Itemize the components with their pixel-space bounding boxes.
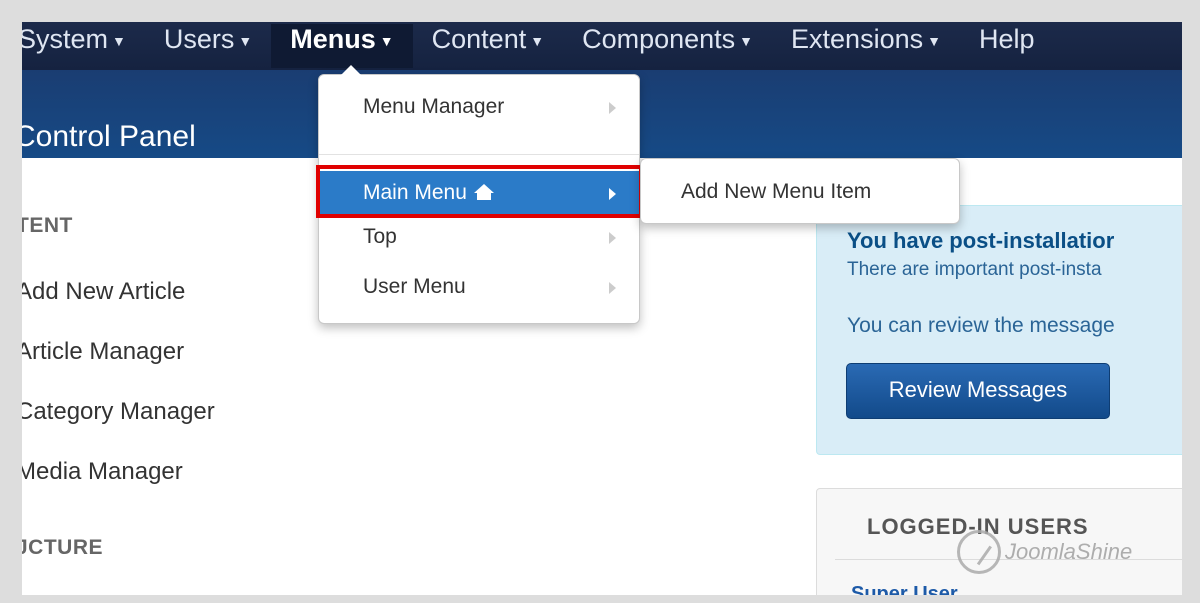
caret-down-icon: ▼	[112, 32, 126, 49]
page-title: Control Panel	[22, 120, 196, 153]
submenu-item-add-new-menu-item[interactable]: Add New Menu Item	[681, 180, 871, 204]
watermark-logo: JoomlaShine	[957, 530, 1132, 574]
sidebar-heading-structure: JCTURE	[22, 536, 104, 559]
nav-content[interactable]: Content ▼	[413, 24, 563, 56]
top-navbar: System ▼ Users ▼ Menus ▼ Content ▼ Component…	[22, 22, 1182, 70]
menu-item-top[interactable]: Top	[319, 215, 639, 261]
menus-dropdown: Menu Manager Main Menu Top User Menu	[318, 65, 640, 324]
sidebar-link-category-manager[interactable]: Category Manager	[22, 398, 215, 426]
sidebar-link-article-manager[interactable]: Article Manager	[22, 338, 184, 366]
sidebar-heading-content: TENT	[22, 214, 73, 237]
menu-item-label: Main Menu	[363, 181, 495, 205]
menu-item-label: Top	[363, 225, 397, 248]
post-install-alert: You have post-installatior There are imp…	[816, 205, 1182, 455]
caret-down-icon: ▼	[379, 32, 394, 49]
menu-item-user-menu[interactable]: User Menu	[319, 265, 639, 311]
alert-text: There are important post-insta	[847, 259, 1102, 280]
nav-components-label: Components	[582, 24, 736, 54]
sidebar-link-add-new-article[interactable]: Add New Article	[22, 278, 185, 306]
watermark-text: JoomlaShine	[1005, 539, 1133, 564]
nav-extensions-label: Extensions	[791, 24, 924, 54]
chevron-right-icon	[609, 282, 616, 294]
nav-users-label: Users	[163, 24, 235, 54]
app-window: System ▼ Users ▼ Menus ▼ Content ▼ Component…	[22, 22, 1182, 595]
dropdown-divider	[319, 154, 639, 155]
sidebar-link-media-manager[interactable]: Media Manager	[22, 458, 183, 486]
nav-menus[interactable]: Menus ▼	[271, 24, 413, 68]
nav-components[interactable]: Components ▼	[563, 24, 772, 56]
main-menu-label: Main Menu	[363, 181, 467, 204]
sidebar: TENT Add New Article Article Manager Cat…	[22, 158, 322, 595]
menu-item-label: User Menu	[363, 275, 466, 298]
joomlashine-logo-icon	[957, 530, 1001, 574]
nav-content-label: Content	[431, 24, 527, 54]
caret-down-icon: ▼	[739, 32, 754, 49]
nav-help-label: Help	[978, 24, 1035, 54]
chevron-right-icon	[609, 188, 616, 200]
alert-text-review: You can review the message	[847, 314, 1115, 337]
review-messages-button[interactable]: Review Messages	[846, 363, 1110, 419]
chevron-right-icon	[609, 232, 616, 244]
menu-item-menu-manager[interactable]: Menu Manager	[319, 85, 639, 131]
caret-down-icon: ▼	[530, 32, 545, 49]
menu-item-label: Menu Manager	[363, 95, 505, 118]
alert-title: You have post-installatior	[847, 228, 1115, 253]
menu-item-main-menu[interactable]: Main Menu	[319, 171, 639, 217]
nav-users[interactable]: Users ▼	[145, 24, 271, 56]
nav-extensions[interactable]: Extensions ▼	[772, 24, 960, 56]
home-icon	[473, 184, 494, 200]
caret-down-icon: ▼	[238, 32, 253, 49]
main-menu-submenu: Add New Menu Item	[640, 158, 960, 224]
nav-help[interactable]: Help	[960, 24, 1054, 54]
nav-system-label: System	[22, 24, 109, 54]
user-link[interactable]: Super User	[851, 583, 958, 595]
chevron-right-icon	[609, 102, 616, 114]
nav-system[interactable]: System ▼	[22, 24, 145, 56]
caret-down-icon: ▼	[927, 32, 941, 49]
nav-menus-label: Menus	[290, 24, 376, 54]
